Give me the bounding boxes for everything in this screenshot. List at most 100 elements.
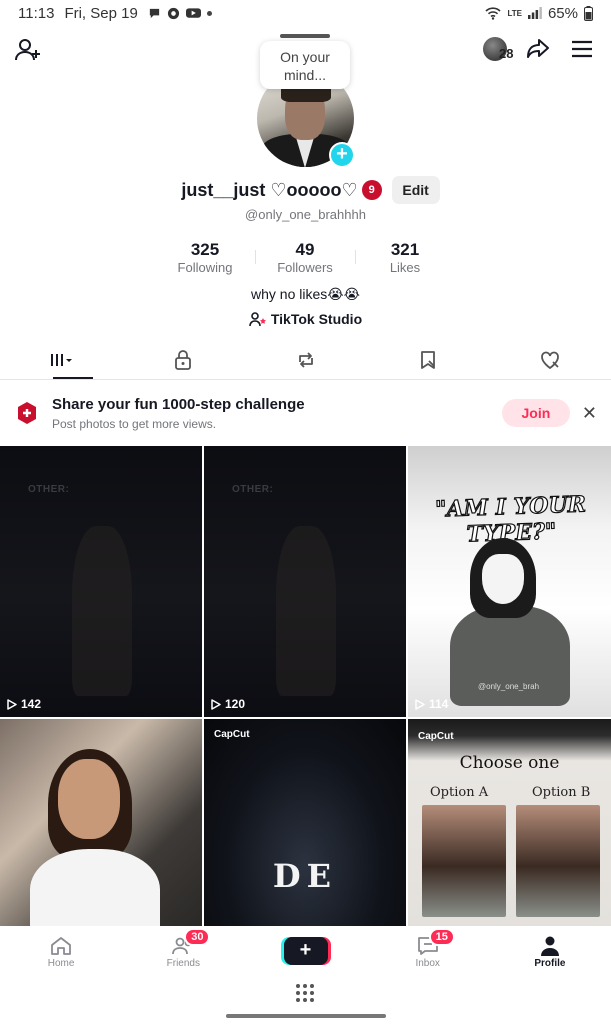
join-button[interactable]: Join	[501, 399, 570, 427]
add-friend-button[interactable]	[14, 36, 42, 64]
promo-title: Share your fun 1000-step challenge	[52, 395, 305, 413]
wifi-icon	[485, 6, 502, 20]
video-thumbnail[interactable]: CapCut DE	[204, 719, 406, 926]
promo-text: Share your fun 1000-step challenge Post …	[52, 396, 305, 431]
notification-icons	[148, 7, 212, 20]
promo-subtitle: Post photos to get more views.	[52, 416, 217, 431]
capcut-logo: CapCut	[214, 729, 250, 740]
overlay-text: Choose one	[459, 753, 560, 773]
name-badge: 9	[361, 180, 382, 200]
close-icon[interactable]: ✕	[582, 403, 597, 424]
stat-likes[interactable]: 321 Likes	[355, 240, 455, 276]
overlay-text: OTHER:	[28, 484, 70, 495]
nav-inbox-label: Inbox	[415, 957, 440, 969]
tiktok-studio-link[interactable]: TikTok Studio	[0, 311, 611, 327]
edit-profile-button[interactable]: Edit	[391, 176, 440, 204]
create-button[interactable]: +	[283, 937, 328, 965]
view-count: 120	[210, 697, 245, 711]
battery-icon	[584, 5, 593, 21]
option-a-image	[422, 805, 506, 917]
profile-stats: 325 Following 49 Followers 321 Likes	[155, 240, 455, 276]
figure-shirt	[30, 849, 160, 926]
tab-favorites[interactable]	[367, 340, 489, 379]
top-actions: 28	[483, 36, 595, 62]
clock: 11:13	[18, 4, 55, 22]
bookmark-icon	[420, 350, 435, 369]
figure-face	[58, 759, 120, 839]
option-a-label: Option A	[430, 785, 489, 800]
challenge-banner[interactable]: Share your fun 1000-step challenge Post …	[0, 381, 611, 445]
view-count: 114	[414, 697, 448, 711]
stat-value: 49	[295, 240, 315, 259]
profile-icon	[540, 936, 559, 956]
overlay-text: OTHER:	[232, 484, 274, 495]
lock-icon	[175, 349, 192, 370]
home-icon	[51, 936, 71, 955]
nav-friends-label: Friends	[166, 957, 200, 969]
figure-silhouette	[276, 526, 336, 696]
story-viewers-avatar[interactable]: 28	[483, 37, 513, 61]
chat-icon	[149, 8, 159, 18]
home-indicator[interactable]	[226, 1014, 386, 1018]
videos-grid-icon	[51, 353, 73, 366]
nav-friends[interactable]: Friends 30	[122, 926, 244, 976]
stat-value: 321	[390, 240, 420, 259]
share-icon[interactable]	[525, 36, 551, 62]
tab-private[interactable]	[122, 340, 244, 379]
option-b-image	[516, 805, 600, 917]
username-handle: @only_one_brahhhh	[245, 207, 366, 222]
network-label: LTE	[507, 8, 522, 18]
status-bar: 11:13 Fri, Sep 19 LTE 65%	[0, 0, 611, 26]
stat-label: Followers	[277, 260, 333, 275]
video-grid: OTHER: 142 OTHER: 120 "AM I YOUR TYPE?" …	[0, 446, 611, 926]
view-count-value: 120	[225, 697, 246, 711]
add-story-button[interactable]: +	[329, 142, 355, 168]
stat-followers[interactable]: 49 Followers	[255, 240, 355, 276]
add-user-icon	[15, 39, 40, 61]
play-icon	[415, 698, 425, 710]
studio-label: TikTok Studio	[270, 311, 363, 327]
option-b-label: Option B	[532, 785, 591, 800]
figure-silhouette	[72, 526, 132, 696]
display-name: just__just ♡ooooo♡	[181, 179, 358, 200]
play-icon	[211, 698, 221, 710]
bottom-nav: Home Friends 30 + Inbox 15 Profile	[0, 926, 611, 976]
profile-tabs	[0, 340, 611, 380]
watermark: @only_one_brah	[478, 682, 540, 691]
view-count: 142	[6, 697, 41, 711]
nav-profile[interactable]: Profile	[489, 926, 611, 976]
profile-bio: why no likes😭😭	[251, 286, 360, 302]
overlay-text: DE	[272, 857, 338, 895]
stat-label: Following	[177, 260, 233, 275]
video-thumbnail[interactable]: CapCut Choose one Option A Option B	[408, 719, 611, 926]
menu-icon[interactable]	[569, 36, 595, 62]
nav-home-label: Home	[47, 957, 75, 969]
thought-bubble[interactable]: On your mind...	[260, 41, 350, 89]
friends-badge: 30	[184, 928, 211, 946]
signal-icon	[527, 7, 542, 19]
figure-body	[450, 606, 570, 706]
nav-inbox[interactable]: Inbox 15	[367, 926, 489, 976]
more-notifications-dot	[206, 10, 212, 16]
stat-value: 325	[190, 240, 220, 259]
repost-icon	[298, 351, 313, 368]
tab-liked[interactable]	[489, 340, 611, 379]
studio-person-icon	[249, 312, 266, 327]
video-thumbnail[interactable]: OTHER: 142	[0, 446, 202, 717]
tab-videos[interactable]	[0, 340, 122, 379]
video-thumbnail[interactable]	[0, 719, 202, 926]
video-thumbnail[interactable]: "AM I YOUR TYPE?" @only_one_brah 114	[408, 446, 611, 717]
tab-reposts[interactable]	[244, 340, 366, 379]
view-count-value: 114	[429, 697, 449, 711]
stat-following[interactable]: 325 Following	[155, 240, 255, 276]
video-thumbnail[interactable]: OTHER: 120	[204, 446, 406, 717]
liked-heart-icon	[541, 351, 559, 369]
nav-create[interactable]: +	[244, 926, 366, 976]
date: Fri, Sep 19	[64, 4, 138, 22]
app-drawer-icon[interactable]	[296, 984, 316, 1002]
nav-home[interactable]: Home	[0, 926, 122, 976]
youtube-icon	[185, 8, 201, 18]
inbox-badge: 15	[428, 928, 455, 946]
figure-face	[482, 554, 524, 604]
nav-profile-label: Profile	[534, 957, 566, 969]
